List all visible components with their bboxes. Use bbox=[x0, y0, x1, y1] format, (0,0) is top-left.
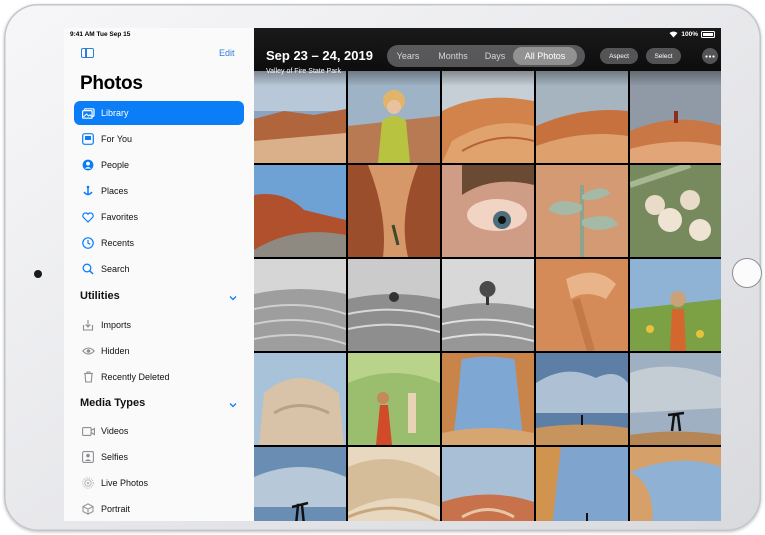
selfie-icon bbox=[81, 450, 95, 464]
photo-library: 100% Sep 23 – 24, 2019 Valley of Fire St… bbox=[254, 28, 721, 521]
photo-thumbnail[interactable] bbox=[536, 447, 628, 521]
utilities-header[interactable]: Utilities bbox=[80, 290, 120, 302]
sidebar-item-places[interactable]: Places bbox=[74, 179, 244, 203]
sidebar-title: Photos bbox=[80, 73, 143, 94]
more-button[interactable] bbox=[702, 48, 718, 64]
photo-thumbnail[interactable] bbox=[254, 353, 346, 445]
tab-all-photos[interactable]: All Photos bbox=[513, 47, 577, 65]
chevron-down-icon[interactable] bbox=[229, 294, 237, 302]
photo-thumbnail[interactable] bbox=[348, 259, 440, 351]
sidebar-item-label: Recents bbox=[101, 238, 135, 248]
sidebar-item-recently-deleted[interactable]: Recently Deleted bbox=[74, 365, 244, 389]
eye-slash-icon bbox=[81, 344, 95, 358]
select-button[interactable]: Select bbox=[646, 48, 681, 64]
photo-thumbnail[interactable] bbox=[254, 259, 346, 351]
aspect-button[interactable]: Aspect bbox=[600, 48, 638, 64]
import-icon bbox=[81, 318, 95, 332]
ipad-frame: 9:41 AM Tue Sep 15 Edit Photos Library F… bbox=[4, 4, 762, 531]
sidebar-item-for-you[interactable]: For You bbox=[74, 127, 244, 151]
photo-thumbnail[interactable] bbox=[442, 165, 534, 257]
photo-thumbnail[interactable] bbox=[348, 447, 440, 521]
sidebar-item-library[interactable]: Library bbox=[74, 101, 244, 125]
sidebar-item-label: Library bbox=[101, 108, 129, 118]
edit-button[interactable]: Edit bbox=[219, 48, 235, 58]
sidebar-item-label: Recently Deleted bbox=[101, 372, 170, 382]
date-range-title: Sep 23 – 24, 2019 bbox=[266, 48, 373, 63]
front-camera bbox=[34, 270, 42, 278]
sidebar-item-label: Hidden bbox=[101, 346, 130, 356]
sidebar-item-recents[interactable]: Recents bbox=[74, 231, 244, 255]
tab-days[interactable]: Days bbox=[477, 47, 513, 65]
sidebar-item-label: Selfies bbox=[101, 452, 129, 462]
photo-thumbnail[interactable] bbox=[630, 447, 721, 521]
photo-thumbnail[interactable] bbox=[442, 353, 534, 445]
library-toolbar: 100% Sep 23 – 24, 2019 Valley of Fire St… bbox=[254, 28, 721, 86]
sidebar-item-favorites[interactable]: Favorites bbox=[74, 205, 244, 229]
photo-thumbnail[interactable] bbox=[630, 165, 721, 257]
photo-thumbnail[interactable] bbox=[442, 259, 534, 351]
trash-icon bbox=[81, 370, 95, 384]
photo-thumbnail[interactable] bbox=[254, 165, 346, 257]
ellipsis-icon bbox=[705, 54, 715, 58]
sidebar-item-label: Portrait bbox=[101, 504, 131, 514]
sidebar-item-label: Live Photos bbox=[101, 478, 149, 488]
sidebar: 9:41 AM Tue Sep 15 Edit Photos Library F… bbox=[64, 28, 255, 521]
photo-thumbnail[interactable] bbox=[442, 447, 534, 521]
sidebar-item-imports[interactable]: Imports bbox=[74, 313, 244, 337]
home-button[interactable] bbox=[732, 258, 762, 288]
tab-years[interactable]: Years bbox=[387, 47, 429, 65]
location-subtitle: Valley of Fire State Park bbox=[266, 68, 341, 75]
photo-thumbnail[interactable] bbox=[630, 259, 721, 351]
sidebar-item-portrait[interactable]: Portrait bbox=[74, 497, 244, 521]
battery-icon bbox=[701, 31, 715, 38]
photo-thumbnail[interactable] bbox=[630, 353, 721, 445]
wifi-icon bbox=[669, 31, 678, 38]
status-indicators: 100% bbox=[669, 31, 715, 38]
battery-percent: 100% bbox=[681, 31, 698, 38]
sidebar-item-live-photos[interactable]: Live Photos bbox=[74, 471, 244, 495]
sidebar-item-label: People bbox=[101, 160, 130, 170]
for-you-icon bbox=[81, 132, 95, 146]
sidebar-item-label: Imports bbox=[101, 320, 132, 330]
heart-icon bbox=[81, 210, 95, 224]
photo-thumbnail[interactable] bbox=[348, 165, 440, 257]
sidebar-item-label: Videos bbox=[101, 426, 129, 436]
sidebar-item-selfies[interactable]: Selfies bbox=[74, 445, 244, 469]
sidebar-item-people[interactable]: People bbox=[74, 153, 244, 177]
sidebar-toggle-icon[interactable] bbox=[81, 48, 94, 58]
photo-library-icon bbox=[81, 106, 95, 120]
search-icon bbox=[81, 262, 95, 276]
sidebar-item-hidden[interactable]: Hidden bbox=[74, 339, 244, 363]
places-icon bbox=[81, 184, 95, 198]
photo-thumbnail[interactable] bbox=[536, 353, 628, 445]
sidebar-item-label: Favorites bbox=[101, 212, 139, 222]
sidebar-item-videos[interactable]: Videos bbox=[74, 419, 244, 443]
sidebar-item-search[interactable]: Search bbox=[74, 257, 244, 281]
tab-months[interactable]: Months bbox=[429, 47, 477, 65]
screen: 9:41 AM Tue Sep 15 Edit Photos Library F… bbox=[64, 28, 721, 521]
people-icon bbox=[81, 158, 95, 172]
live-photo-icon bbox=[81, 476, 95, 490]
chevron-down-icon[interactable] bbox=[229, 401, 237, 409]
photo-thumbnail[interactable] bbox=[536, 165, 628, 257]
cube-icon bbox=[81, 502, 95, 516]
photo-thumbnail[interactable] bbox=[536, 259, 628, 351]
clock-icon bbox=[81, 236, 95, 250]
media-types-header[interactable]: Media Types bbox=[80, 397, 145, 409]
video-icon bbox=[81, 424, 95, 438]
status-time: 9:41 AM Tue Sep 15 bbox=[70, 31, 131, 38]
sidebar-item-label: For You bbox=[101, 134, 133, 144]
view-segmented-control: Years Months Days All Photos bbox=[387, 45, 585, 67]
sidebar-item-label: Places bbox=[101, 186, 129, 196]
sidebar-item-label: Search bbox=[101, 264, 130, 274]
photo-grid bbox=[254, 71, 721, 521]
photo-thumbnail[interactable] bbox=[254, 447, 346, 521]
photo-thumbnail[interactable] bbox=[348, 353, 440, 445]
